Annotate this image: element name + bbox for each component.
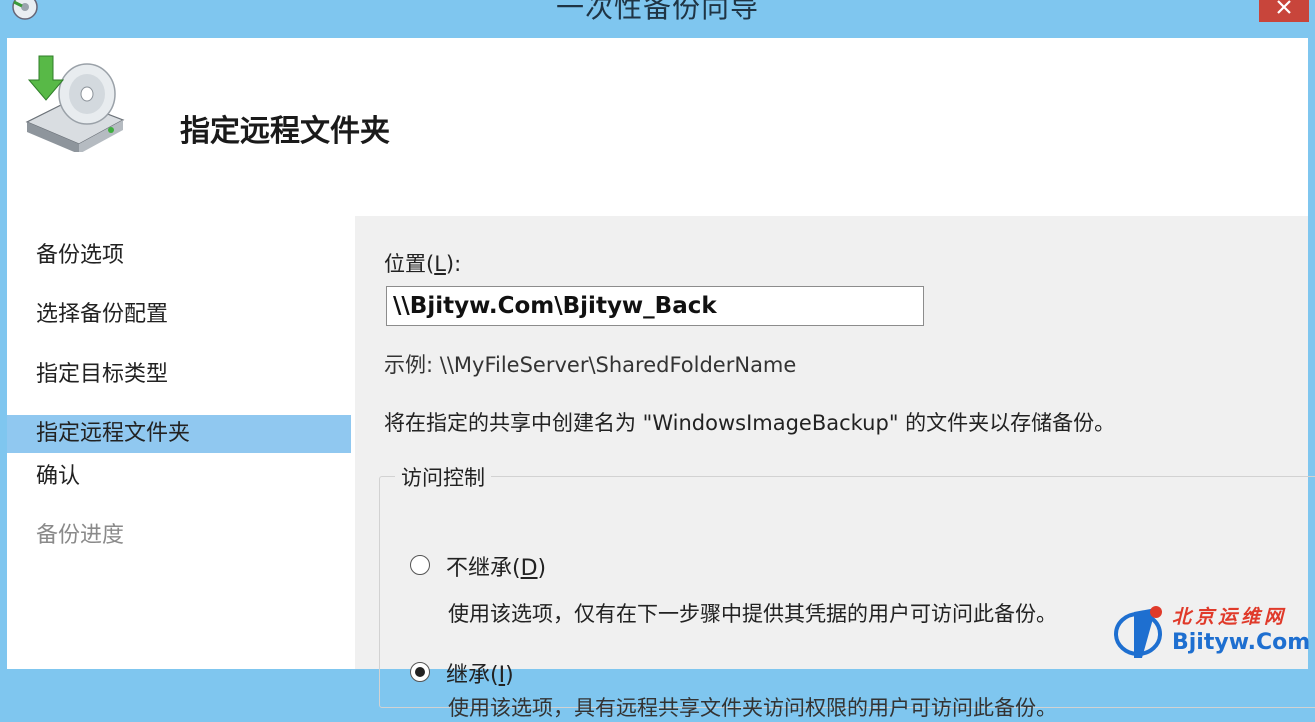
- radio-inherit-text: 继承(: [446, 663, 499, 688]
- location-label-suffix: ):: [445, 252, 462, 276]
- nav-item-remote-folder[interactable]: 指定远程文件夹: [7, 415, 351, 453]
- radio-no-inherit-label[interactable]: 不继承(D): [446, 550, 546, 582]
- radio-inherit-suffix: ): [505, 663, 514, 688]
- radio-no-inherit-suffix: ): [537, 556, 547, 581]
- close-button[interactable]: [1259, 0, 1309, 22]
- watermark-logo: 北京运维网 Bjityw.Com: [1112, 602, 1312, 662]
- watermark-e-icon: [1114, 606, 1162, 658]
- radio-inherit[interactable]: [410, 662, 430, 682]
- location-example: 示例: \\MyFileServer\SharedFolderName: [384, 353, 797, 377]
- radio-no-inherit[interactable]: [410, 555, 430, 575]
- title-bar: 一次性备份向导: [0, 0, 1315, 38]
- nav-item-target-type[interactable]: 指定目标类型: [7, 356, 351, 394]
- wizard-steps-nav: 备份选项 选择备份配置 指定目标类型 指定远程文件夹 确认 备份进度: [7, 216, 351, 669]
- nav-item-confirm[interactable]: 确认: [7, 458, 351, 496]
- location-label-accesskey: L: [434, 252, 446, 276]
- location-description: 将在指定的共享中创建名为 "WindowsImageBackup" 的文件夹以存…: [384, 411, 1116, 435]
- radio-inherit-label[interactable]: 继承(I): [446, 657, 514, 689]
- watermark-cn-text: 北京运维网: [1172, 606, 1288, 628]
- nav-item-backup-options[interactable]: 备份选项: [7, 237, 351, 275]
- access-control-group: [379, 476, 1315, 708]
- radio-inherit-description: 使用该选项，具有远程共享文件夹访问权限的用户可访问此备份。: [448, 696, 1057, 720]
- nav-item-progress: 备份进度: [36, 523, 125, 548]
- radio-no-inherit-description: 使用该选项，仅有在下一步骤中提供其凭据的用户可访问此备份。: [448, 602, 1057, 626]
- access-control-title: 访问控制: [395, 462, 491, 492]
- radio-no-inherit-accesskey: D: [520, 556, 538, 581]
- watermark-en-text: Bjityw.Com: [1172, 630, 1311, 655]
- close-icon: [1277, 0, 1291, 14]
- location-input[interactable]: [386, 286, 924, 326]
- location-label-text: 位置(: [384, 252, 435, 276]
- window-title: 一次性备份向导: [555, 0, 759, 24]
- location-label: 位置(L):: [384, 248, 461, 278]
- wizard-header: 指定远程文件夹: [7, 38, 1308, 216]
- backup-drive-icon: [25, 55, 125, 152]
- page-title: 指定远程文件夹: [180, 114, 390, 149]
- wizard-window: 指定远程文件夹 备份选项 选择备份配置 指定目标类型 指定远程文件夹 确认 备份…: [7, 38, 1315, 720]
- nav-item-select-config[interactable]: 选择备份配置: [7, 296, 351, 334]
- radio-no-inherit-text: 不继承(: [446, 556, 521, 581]
